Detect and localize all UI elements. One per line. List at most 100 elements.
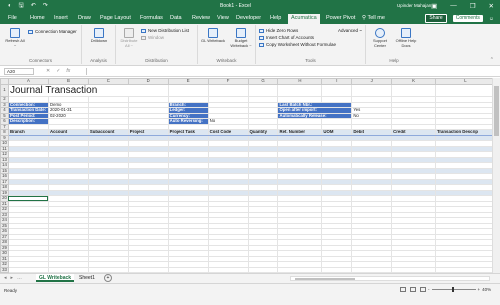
tab-home[interactable]: Home [30,15,45,21]
vertical-scrollbar[interactable] [492,78,500,273]
support-center-button[interactable]: Support Center [368,28,392,48]
group-label: Analysis [90,58,107,63]
advanced-dropdown[interactable]: Advanced ~ [338,28,362,33]
view-buttons [400,287,426,292]
tab-formulas[interactable]: Formulas [140,15,163,21]
share-area: Share Comments ☺ [425,14,494,23]
group-analysis: Drilldown Analysis [82,25,116,64]
transaction-date-label: Transaction Date: [7,107,49,114]
gl-writeback-icon [208,28,218,38]
comments-button[interactable]: Comments [452,15,483,22]
hide-zero-rows-icon [259,28,264,33]
distribute-all-button[interactable]: Distribute All ~ [118,28,140,48]
horizontal-scrollbar[interactable] [290,276,490,281]
group-label: Connectors [28,58,52,63]
insert-function-icon[interactable]: fx [66,68,70,74]
enter-icon[interactable]: ✓ [56,68,60,74]
zoom-control: - + 40% [428,287,491,292]
tab-power-pivot[interactable]: Power Pivot [326,15,355,21]
autosave-toggle-icon[interactable]: ◐ [8,3,12,10]
quick-access-toolbar: ◐ 🖫 ↶ ↷ [8,3,48,10]
cancel-icon[interactable]: ✕ [46,68,50,74]
zoom-in-button[interactable]: + [478,287,481,292]
scroll-thumb[interactable] [295,278,355,280]
page-break-view-icon[interactable] [420,287,426,292]
title-bar: ◐ 🖫 ↶ ↷ Book1 - Excel Upinder Mahajan ▣ … [0,0,500,13]
sheet-tab-sheet1[interactable]: Sheet1 [76,274,98,282]
ribbon: Refresh All ~ Connection Manager Connect… [0,24,500,66]
gl-writeback-button[interactable]: GL Writeback [200,28,226,44]
offline-help-button[interactable]: Offline Help Docs [393,28,419,48]
window-button[interactable]: Window [141,35,164,40]
copy-worksheet-icon [259,42,264,47]
smiley-icon[interactable]: ☺ [489,16,494,22]
sheet-tab-gl-writeback[interactable]: GL Writeback [36,274,75,282]
status-bar: Ready - + 40% [0,283,500,305]
group-tools: Hide Zero Rows Insert Chart of Accounts … [256,25,366,64]
tell-me-label: Tell me [367,15,385,21]
group-help: Support Center Offline Help Docs Help [366,25,422,64]
tab-help[interactable]: Help [270,15,281,21]
more-sheets-icon[interactable]: … [17,275,22,281]
insert-chart-of-accounts-button[interactable]: Insert Chart of Accounts [259,35,314,40]
tab-insert[interactable]: Insert [54,15,68,21]
connection-manager-button[interactable]: Connection Manager [28,29,77,34]
prev-sheet-icon[interactable]: ◂ [4,275,7,281]
sheet-title[interactable]: Journal Transaction [7,84,169,97]
help-docs-icon [401,28,411,38]
group-label: Tools [305,58,316,63]
tab-developer[interactable]: Developer [236,15,261,21]
group-label: Writeback [216,58,237,63]
distribute-icon [124,28,134,38]
group-label: Distribution [145,58,168,63]
add-sheet-button[interactable]: + [104,274,112,282]
next-sheet-icon[interactable]: ▸ [11,275,14,281]
budget-writeback-icon [236,28,246,38]
collapse-ribbon-icon[interactable]: ⌃ [490,57,494,63]
group-writeback: GL Writeback Budget Writeback ~ Writebac… [198,25,256,64]
undo-icon[interactable]: ↶ [31,3,36,10]
tell-me-search[interactable]: ⚲ Tell me [362,15,385,21]
zoom-level[interactable]: 40% [482,287,491,292]
zoom-out-button[interactable]: - [428,287,430,292]
redo-icon[interactable]: ↷ [43,3,48,10]
tab-page-layout[interactable]: Page Layout [100,15,131,21]
worksheet-grid[interactable]: A B C D E F G H I J K L 1 Journal Transa… [0,78,496,273]
tab-view[interactable]: View [217,15,229,21]
save-icon[interactable]: 🖫 [19,3,24,10]
tab-review[interactable]: Review [192,15,210,21]
refresh-icon [10,28,20,38]
tab-file[interactable]: File [8,15,17,21]
tab-acumatica[interactable]: Acumatica [288,14,320,24]
tab-draw[interactable]: Draw [78,15,91,21]
copy-worksheet-button[interactable]: Copy Worksheet Without Formulae [259,42,336,47]
share-button[interactable]: Share [425,14,447,23]
zoom-slider-thumb[interactable] [451,287,454,292]
group-connectors: Refresh All ~ Connection Manager Connect… [0,25,82,64]
refresh-all-button[interactable]: Refresh All ~ [4,28,26,48]
formula-input[interactable] [86,68,490,75]
table-row: 1 Journal Transaction [0,84,496,97]
normal-view-icon[interactable] [400,287,406,292]
scroll-thumb[interactable] [494,86,499,136]
page-layout-view-icon[interactable] [410,287,416,292]
hide-zero-rows-button[interactable]: Hide Zero Rows [259,28,298,33]
ribbon-display-icon[interactable]: ▣ [431,2,437,10]
budget-writeback-button[interactable]: Budget Writeback ~ [228,28,254,48]
tab-data[interactable]: Data [170,15,182,21]
minimize-icon[interactable]: — [450,2,457,10]
formula-bar: A20 ✕ ✓ fx [0,67,500,77]
row-header[interactable]: 1 [0,84,9,97]
user-name[interactable]: Upinder Mahajan [397,3,431,8]
close-icon[interactable]: ✕ [489,2,494,10]
restore-icon[interactable]: ❐ [470,2,476,10]
chart-of-accounts-icon [259,35,264,40]
cell-table[interactable]: A B C D E F G H I J K L 1 Journal Transa… [0,78,496,273]
zoom-slider[interactable] [431,287,476,292]
status-ready: Ready [4,288,18,293]
connection-manager-icon [28,29,33,34]
name-box[interactable]: A20 [4,68,34,75]
drilldown-button[interactable]: Drilldown [86,28,112,44]
window-controls: ▣ — ❐ ✕ [431,2,494,10]
new-distribution-list-button[interactable]: New Distribution List [141,28,189,33]
